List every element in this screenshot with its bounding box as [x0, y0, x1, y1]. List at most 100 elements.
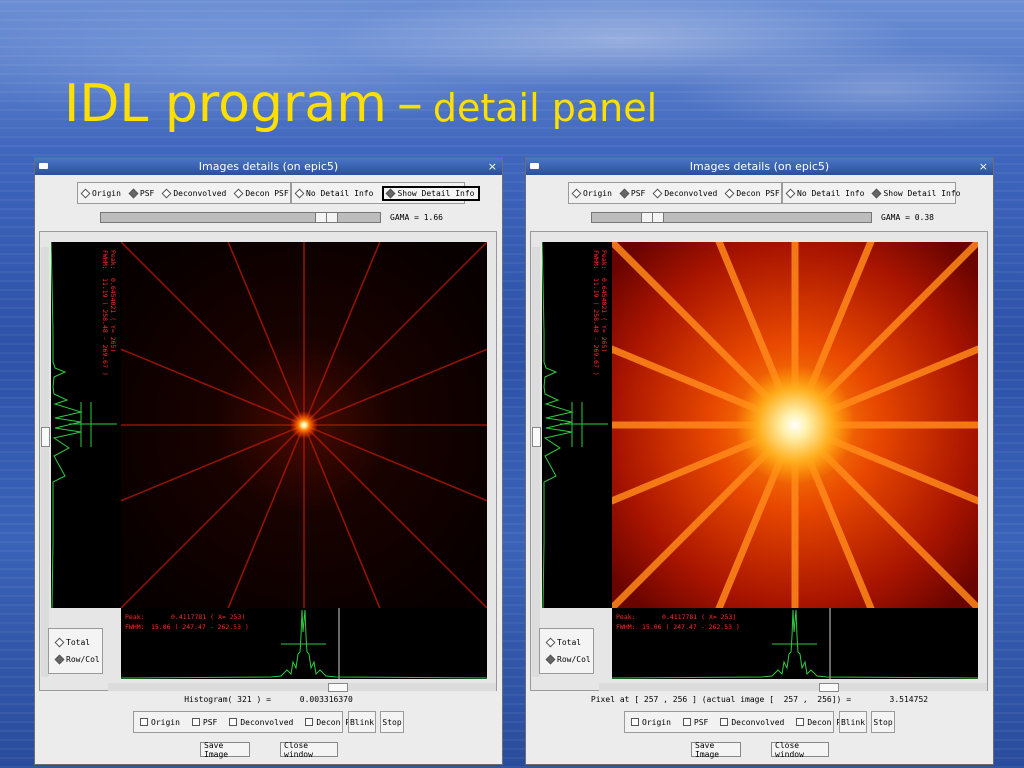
- checkbox-origin[interactable]: Origin: [631, 718, 671, 727]
- psf-core: [290, 411, 318, 439]
- radio-selected-icon: [545, 654, 556, 665]
- save-image-button[interactable]: Save Image: [200, 741, 250, 759]
- row-profile-plot: Peak: 0.4117781 ( X= 253) FWHM: 15.06 ( …: [612, 608, 978, 679]
- radio-icon: [652, 188, 663, 198]
- display-checkbox-group: Origin PSF Deconvolved Decon PSF: [133, 711, 360, 733]
- psf-image[interactable]: [121, 242, 487, 608]
- gamma-value: GAMA = 1.66: [390, 213, 443, 222]
- peak-label: Peak:: [125, 613, 145, 621]
- radio-deconvolved[interactable]: Deconvolved: [652, 188, 717, 198]
- window-menu-icon[interactable]: [39, 163, 48, 169]
- scroll-thumb[interactable]: [41, 427, 50, 447]
- close-window-button[interactable]: Close window: [280, 741, 338, 759]
- radio-show-detail-info[interactable]: Show Detail Info: [871, 188, 961, 198]
- image-panel: Peak: 0.6454021 ( Y= 265) FWHM: 11.19 ( …: [39, 231, 497, 692]
- image-panel: Peak: 0.6454021 ( Y= 265) FWHM: 11.19 ( …: [530, 231, 988, 692]
- vertical-scrollbar[interactable]: [41, 247, 50, 677]
- gamma-slider[interactable]: [100, 212, 381, 223]
- peak-value: 0.4117781 ( X= 253): [171, 613, 245, 621]
- radio-decon-psf[interactable]: Decon PSF: [724, 188, 780, 198]
- gamma-value: GAMA = 0.38: [881, 213, 934, 222]
- window-titlebar[interactable]: Images details (on epic5) ×: [526, 158, 993, 175]
- detail-window-left: Images details (on epic5) × Origin PSF D…: [34, 157, 503, 765]
- horizontal-scrollbar[interactable]: [108, 683, 496, 692]
- gamma-slider-thumb[interactable]: [641, 213, 664, 222]
- detail-window-right: Images details (on epic5) × Origin PSF D…: [525, 157, 994, 765]
- checkbox-psf[interactable]: PSF: [191, 718, 217, 727]
- checkbox-psf[interactable]: PSF: [682, 718, 708, 727]
- status-line: Pixel at [ 257 , 256 ] (actual image [ 2…: [590, 695, 929, 704]
- radio-decon-psf[interactable]: Decon PSF: [233, 188, 289, 198]
- radio-no-detail-info[interactable]: No Detail Info: [294, 188, 373, 198]
- blink-button[interactable]: Blink: [839, 711, 867, 733]
- radio-psf[interactable]: PSF: [619, 188, 645, 198]
- radio-icon: [785, 188, 796, 198]
- vpeak-label: Peak:: [600, 250, 608, 270]
- gamma-slider-thumb[interactable]: [315, 213, 338, 222]
- vertical-scrollbar[interactable]: [532, 247, 541, 677]
- radio-origin[interactable]: Origin: [571, 188, 612, 198]
- vfwhm-value: 11.19 ( 258.48 - 269.67 ): [101, 278, 109, 376]
- scroll-thumb[interactable]: [819, 683, 839, 692]
- window-menu-icon[interactable]: [530, 163, 539, 169]
- close-window-button[interactable]: Close window: [771, 741, 829, 759]
- radio-psf[interactable]: PSF: [128, 188, 154, 198]
- checkbox-deconvolved[interactable]: Deconvolved: [229, 718, 293, 727]
- peak-label: Peak:: [616, 613, 636, 621]
- radio-row-col[interactable]: Row/Col: [545, 654, 593, 665]
- psf-image[interactable]: [612, 242, 978, 608]
- scroll-thumb[interactable]: [328, 683, 348, 692]
- scroll-thumb[interactable]: [532, 427, 541, 447]
- save-image-button[interactable]: Save Image: [691, 741, 741, 759]
- close-icon[interactable]: ×: [488, 158, 497, 175]
- vpeak-value: 0.6454021 ( Y= 265): [109, 278, 117, 352]
- close-icon[interactable]: ×: [979, 158, 988, 175]
- checkbox-icon: [682, 718, 691, 726]
- radio-selected-icon: [871, 188, 882, 198]
- radio-icon: [571, 188, 582, 198]
- slide-title-dash: –: [396, 74, 423, 134]
- radio-icon: [80, 188, 91, 198]
- radio-origin[interactable]: Origin: [80, 188, 121, 198]
- vpeak-label: Peak:: [109, 250, 117, 270]
- slide-title: IDL program – detail panel: [64, 78, 657, 130]
- fwhm-value: 15.06 ( 247.47 - 262.53 ): [642, 623, 740, 631]
- vfwhm-value: 11.19 ( 258.48 - 269.67 ): [592, 278, 600, 376]
- radio-icon: [233, 188, 244, 198]
- radio-no-detail-info[interactable]: No Detail Info: [785, 188, 864, 198]
- vfwhm-label: FWHM:: [101, 250, 109, 270]
- radio-total[interactable]: Total: [545, 637, 593, 648]
- profile-mode-radio-group: Total Row/Col: [48, 628, 103, 674]
- radio-show-detail-info[interactable]: Show Detail Info: [382, 185, 480, 201]
- radio-icon: [161, 188, 172, 198]
- gamma-slider[interactable]: [591, 212, 872, 223]
- radio-selected-icon: [128, 188, 139, 198]
- status-line: Histogram( 321 ) = 0.003316370: [184, 695, 353, 704]
- radio-icon: [545, 637, 556, 648]
- column-profile-line: [51, 242, 83, 608]
- slide-title-sub: detail panel: [432, 86, 658, 130]
- checkbox-deconvolved[interactable]: Deconvolved: [720, 718, 784, 727]
- peak-value: 0.4117781 ( X= 253): [662, 613, 736, 621]
- horizontal-scrollbar[interactable]: [599, 683, 987, 692]
- checkbox-icon: [229, 718, 238, 726]
- radio-icon: [294, 188, 305, 198]
- radio-deconvolved[interactable]: Deconvolved: [161, 188, 226, 198]
- stop-button[interactable]: Stop: [380, 711, 404, 733]
- fwhm-value: 15.06 ( 247.47 - 262.53 ): [151, 623, 249, 631]
- blink-button[interactable]: Blink: [348, 711, 376, 733]
- slide-title-main: IDL program: [64, 74, 387, 134]
- radio-row-col[interactable]: Row/Col: [54, 654, 102, 665]
- psf-core: [735, 365, 855, 485]
- image-type-radio-group: Origin PSF Deconvolved Decon PSF: [568, 182, 782, 204]
- checkbox-icon: [720, 718, 729, 726]
- window-titlebar[interactable]: Images details (on epic5) ×: [35, 158, 502, 175]
- checkbox-icon: [796, 718, 805, 726]
- window-title: Images details (on epic5): [689, 160, 830, 173]
- radio-total[interactable]: Total: [54, 637, 102, 648]
- column-profile-line: [542, 242, 574, 608]
- vpeak-value: 0.6454021 ( Y= 265): [600, 278, 608, 352]
- stop-button[interactable]: Stop: [871, 711, 895, 733]
- checkbox-origin[interactable]: Origin: [140, 718, 180, 727]
- checkbox-icon: [191, 718, 200, 726]
